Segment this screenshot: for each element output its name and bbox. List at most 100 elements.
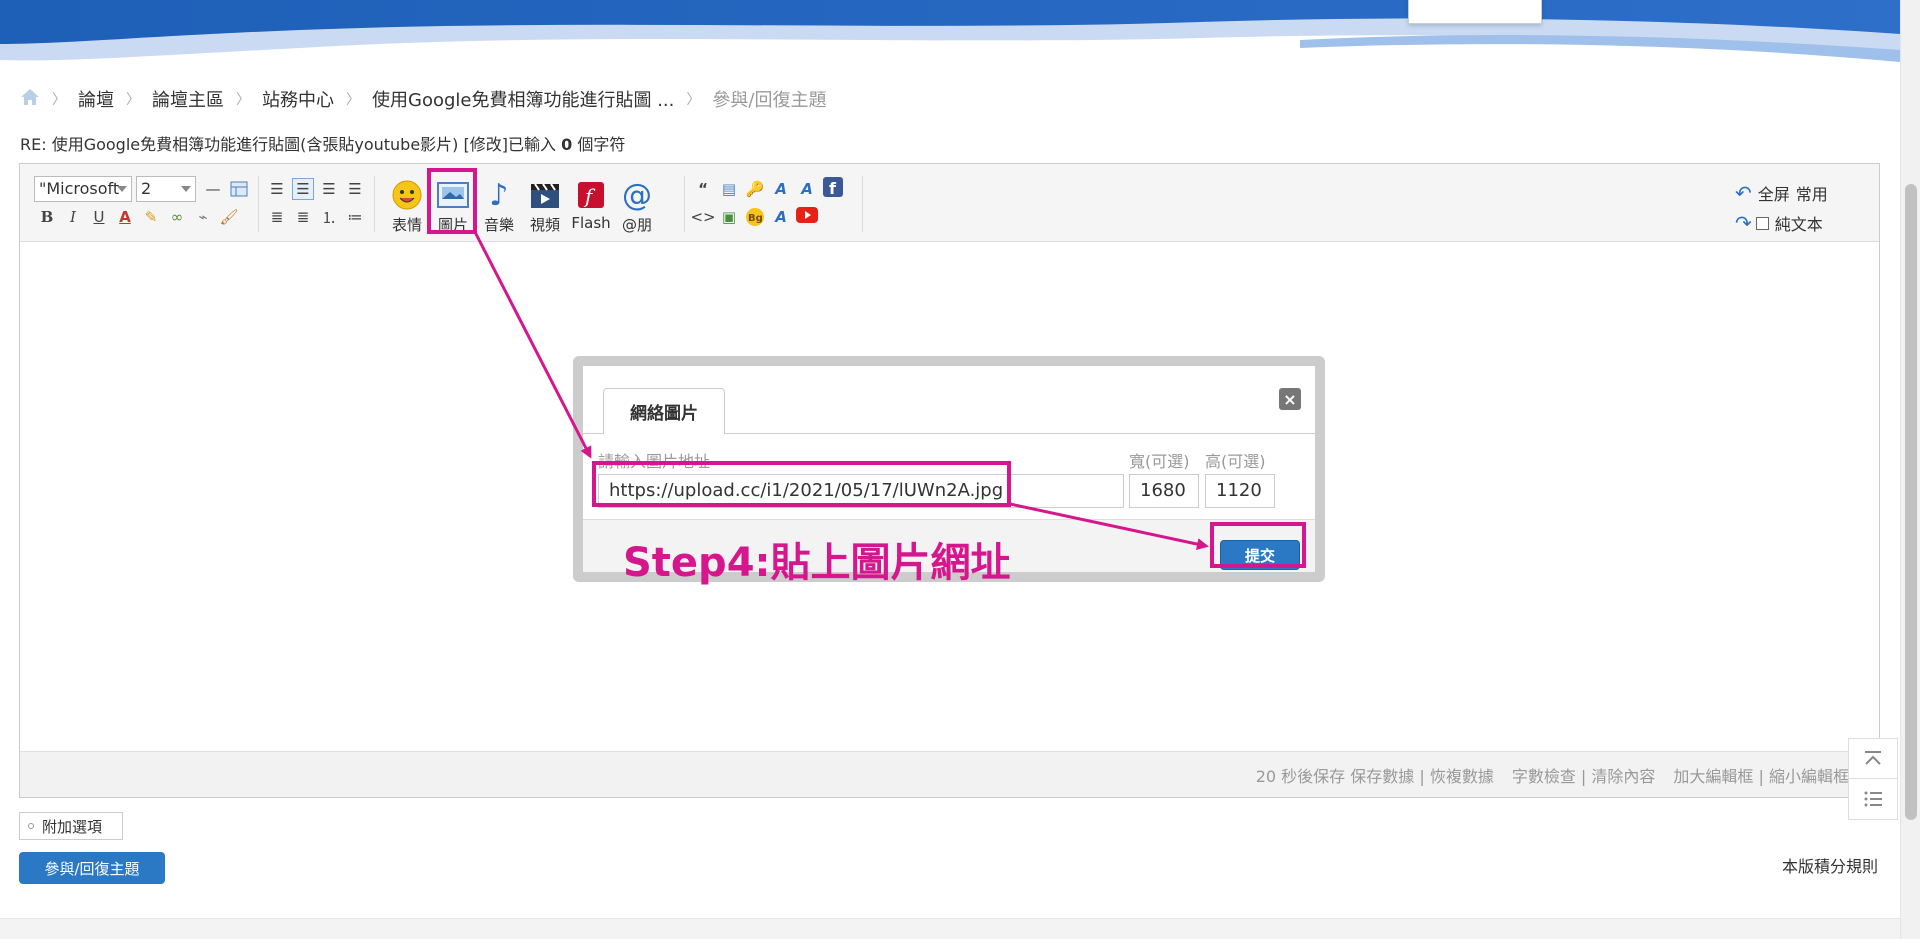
scrollbar-thumb[interactable] <box>1905 184 1917 820</box>
italic-icon[interactable]: I <box>62 206 84 228</box>
breadcrumb-separator: 〉 <box>346 92 360 108</box>
breadcrumb-site-center[interactable]: 站務中心 <box>262 86 334 112</box>
autosave-status[interactable]: 20 秒後保存 保存數據 | 恢複數據 <box>1256 763 1494 787</box>
width-label: 寬(可選) <box>1129 452 1190 471</box>
font-color-icon[interactable]: A <box>114 206 136 228</box>
toolbar-right-group: ↶ 全屏 常用 ↷ 純文本 <box>1735 178 1865 238</box>
toolbar-divider <box>862 176 863 232</box>
breadcrumb-forum[interactable]: 論壇 <box>78 86 114 112</box>
page-scrollbar[interactable] <box>1900 0 1920 939</box>
subscript-icon[interactable]: A <box>796 178 818 200</box>
ordered-list-icon[interactable]: ⒈ <box>318 206 340 228</box>
highlight-icon[interactable]: ✎ <box>140 206 162 228</box>
extra-options-toggle[interactable]: 附加選項 <box>19 812 123 840</box>
align-center-icon[interactable]: ☰ <box>292 178 314 200</box>
superscript-icon[interactable]: A <box>770 206 792 228</box>
points-rules-link[interactable]: 本版積分規則 <box>1782 853 1878 877</box>
undo-arrow-icon[interactable]: ↶ <box>1735 181 1752 205</box>
unlink-icon[interactable]: ⌁ <box>192 206 214 228</box>
emoticon-label: 表情 <box>391 216 422 234</box>
music-note-icon: ♪ <box>489 177 509 213</box>
image-gallery-icon[interactable]: ▣ <box>718 206 740 228</box>
font-family-value: "Microsoft <box>39 179 120 198</box>
font-size-value: 2 <box>141 179 152 198</box>
highlight-submit-button <box>1210 522 1306 568</box>
height-input[interactable]: 1120 <box>1205 474 1275 508</box>
list-toggle-button[interactable] <box>1849 779 1897 819</box>
font-style-icon[interactable]: A <box>770 178 792 200</box>
breadcrumb-separator: 〉 <box>52 92 66 108</box>
background-color-icon[interactable]: Bg <box>744 206 766 228</box>
back-to-top-button[interactable] <box>1849 739 1897 779</box>
breadcrumb-thread[interactable]: 使用Google免費相簿功能進行貼圖 ... <box>372 86 674 112</box>
breadcrumb: 〉 論壇 〉 論壇主區 〉 站務中心 〉 使用Google免費相簿功能進行貼圖 … <box>20 86 827 112</box>
highlight-image-button <box>427 168 477 234</box>
youtube-icon[interactable] <box>796 204 818 226</box>
editor-resize-links[interactable]: 加大編輯框 | 縮小編輯框 <box>1673 763 1849 787</box>
source-code-icon[interactable]: <> <box>690 206 715 228</box>
plaintext-checkbox[interactable] <box>1755 216 1769 230</box>
home-icon[interactable] <box>20 88 40 111</box>
align-left-icon[interactable]: ☰ <box>266 178 288 200</box>
tab-network-image[interactable]: 網絡圖片 <box>603 388 725 435</box>
quote-icon[interactable]: “ <box>692 178 714 200</box>
font-family-select[interactable]: "Microsoft <box>34 176 132 202</box>
breadcrumb-current: 參與/回復主題 <box>712 90 827 111</box>
video-button[interactable]: 視頻 <box>522 178 568 238</box>
toolbar-divider <box>374 176 375 232</box>
chevron-down-icon <box>117 186 127 192</box>
editor-tools-links[interactable]: 字數檢查 | 清除內容 <box>1512 763 1656 787</box>
table-icon[interactable] <box>228 178 250 200</box>
unordered-list-icon[interactable]: ≔ <box>344 206 366 228</box>
breadcrumb-forum-main[interactable]: 論壇主區 <box>152 86 224 112</box>
height-label: 高(可選) <box>1205 452 1266 471</box>
facebook-icon[interactable]: f <box>822 176 844 198</box>
emoticon-button[interactable]: 表情 <box>384 178 430 238</box>
width-input[interactable]: 1680 <box>1129 474 1199 508</box>
footer-strip <box>0 918 1900 939</box>
back-to-top-icon <box>1865 750 1881 765</box>
align-right-icon[interactable]: ☰ <box>344 178 366 200</box>
flash-icon: f <box>574 178 608 212</box>
music-button[interactable]: ♪ 音樂 <box>476 178 522 238</box>
breadcrumb-separator: 〉 <box>126 92 140 108</box>
header-wave-banner <box>0 0 1900 62</box>
align-justify-icon[interactable]: ☰ <box>318 178 340 200</box>
reply-subject-line: RE: 使用Google免費相簿功能進行貼圖(含張貼youtube影片) [修改… <box>20 131 625 155</box>
close-icon[interactable]: × <box>1279 388 1301 410</box>
common-button[interactable]: 常用 <box>1796 181 1828 205</box>
editor-footer: 20 秒後保存 保存數據 | 恢複數據 字數檢查 | 清除內容 加大編輯框 | … <box>20 751 1879 797</box>
mention-button[interactable]: @ @朋 <box>614 178 660 238</box>
chevron-down-icon <box>181 186 191 192</box>
svg-text:f: f <box>829 179 837 197</box>
redo-arrow-icon[interactable]: ↷ <box>1735 211 1752 235</box>
breadcrumb-separator: 〉 <box>686 92 701 108</box>
underline-icon[interactable]: U <box>88 206 110 228</box>
page: 〉 論壇 〉 論壇主區 〉 站務中心 〉 使用Google免費相簿功能進行貼圖 … <box>0 0 1920 939</box>
top-popup-fragment <box>1408 0 1542 24</box>
reply-submit-button[interactable]: 參與/回復主題 <box>19 852 165 884</box>
fullscreen-button[interactable]: 全屏 <box>1758 181 1790 205</box>
step-annotation: Step4:貼上圖片網址 <box>623 540 1011 586</box>
toolbar-divider <box>258 176 259 232</box>
fullscreen-row: ↶ 全屏 常用 <box>1735 178 1865 208</box>
smiley-icon <box>390 178 424 212</box>
svg-text:Bg: Bg <box>748 213 763 224</box>
outdent-icon[interactable]: ≣ <box>292 206 314 228</box>
horizontal-rule-icon[interactable]: — <box>202 178 224 200</box>
hide-content-icon[interactable]: 🔑 <box>744 178 766 200</box>
dialog-header: 網絡圖片 × <box>583 366 1315 435</box>
indent-icon[interactable]: ≣ <box>266 206 288 228</box>
editor-toolbar: "Microsoft 2 — ☰ ☰ ☰ ☰ B I U A ✎ ∞ ⌁ 🖌 ≣… <box>20 164 1879 242</box>
bold-icon[interactable]: B <box>36 206 58 228</box>
extra-options-label: 附加選項 <box>42 817 103 836</box>
font-size-select[interactable]: 2 <box>136 176 196 202</box>
code-block-icon[interactable]: ▤ <box>718 178 740 200</box>
music-label: 音樂 <box>483 216 514 234</box>
bullet-icon <box>28 823 34 829</box>
clear-format-icon[interactable]: 🖌 <box>218 206 240 228</box>
flash-button[interactable]: f Flash <box>568 178 614 238</box>
link-icon[interactable]: ∞ <box>166 206 188 228</box>
toolbar-divider <box>684 176 685 232</box>
plaintext-row: ↷ 純文本 <box>1735 208 1865 238</box>
